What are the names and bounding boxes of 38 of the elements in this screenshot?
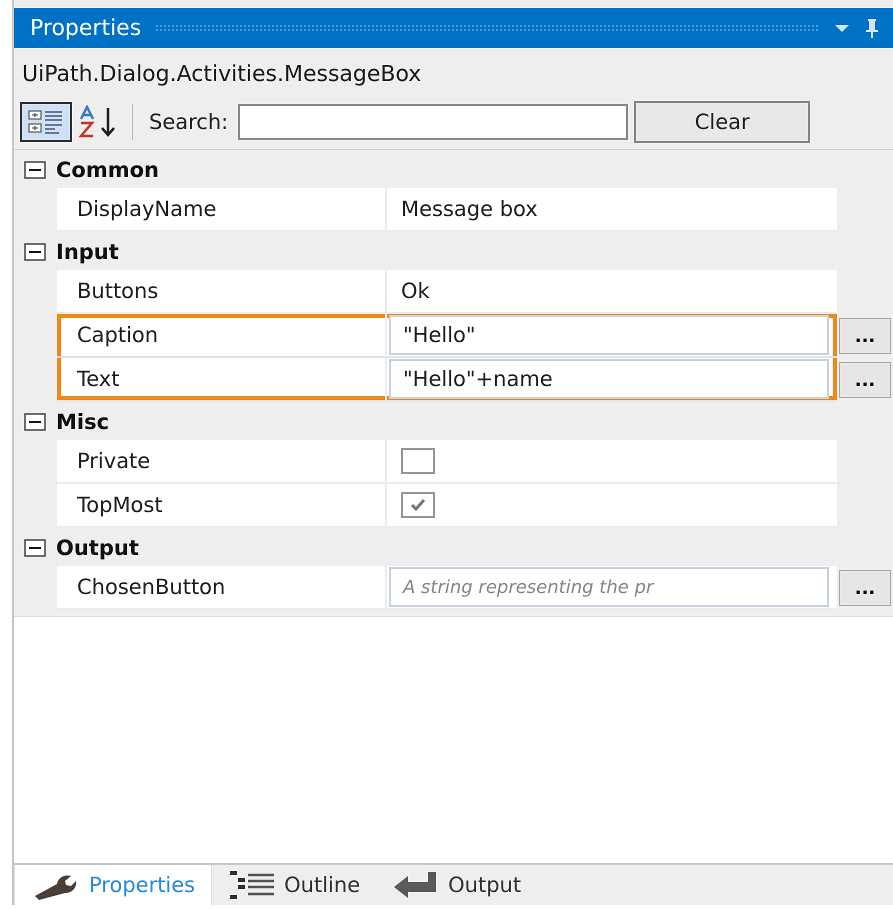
property-name: Buttons — [57, 270, 387, 312]
categorized-view-button[interactable] — [20, 102, 72, 142]
pin-icon[interactable] — [865, 17, 879, 39]
property-name: Private — [57, 440, 387, 482]
panel-tab[interactable]: Outline — [212, 865, 376, 905]
property-name: ChosenButton — [57, 566, 387, 608]
collapse-icon[interactable] — [24, 413, 46, 431]
ellipsis-button[interactable]: ... — [839, 570, 891, 606]
ellipsis-button[interactable]: ... — [839, 318, 891, 354]
category-label: Output — [56, 536, 139, 560]
property-name: Caption — [57, 314, 387, 356]
window-title: Properties — [30, 16, 142, 40]
collapse-icon[interactable] — [24, 243, 46, 261]
category-label: Common — [56, 158, 159, 182]
outline-icon — [228, 870, 276, 900]
collapse-icon[interactable] — [24, 539, 46, 557]
search-field[interactable] — [238, 104, 628, 140]
object-type-label: UiPath.Dialog.Activities.MessageBox — [21, 61, 422, 89]
checkbox[interactable] — [401, 448, 435, 474]
category-label: Misc — [56, 410, 110, 434]
property-value: Ok — [400, 279, 430, 303]
property-field[interactable]: A string representing the pr — [389, 567, 829, 607]
property-field[interactable]: "Hello" — [389, 315, 829, 355]
panel-tab[interactable]: Output — [376, 865, 538, 905]
property-value: Message box — [400, 197, 538, 221]
ellipsis-button[interactable]: ... — [839, 362, 891, 398]
collapse-icon[interactable] — [24, 161, 46, 179]
property-name: TopMost — [57, 484, 387, 526]
checkbox[interactable] — [401, 492, 435, 518]
dropdown-icon[interactable] — [833, 23, 851, 33]
panel-tab[interactable]: Properties — [14, 865, 212, 905]
title-grip[interactable] — [155, 24, 819, 32]
clear-button[interactable]: Clear — [634, 101, 810, 143]
property-field[interactable]: "Hello"+name — [389, 359, 829, 399]
property-name: DisplayName — [57, 188, 387, 230]
category-label: Input — [56, 240, 119, 264]
property-name: Text — [57, 358, 387, 400]
search-label: Search: — [149, 110, 228, 134]
